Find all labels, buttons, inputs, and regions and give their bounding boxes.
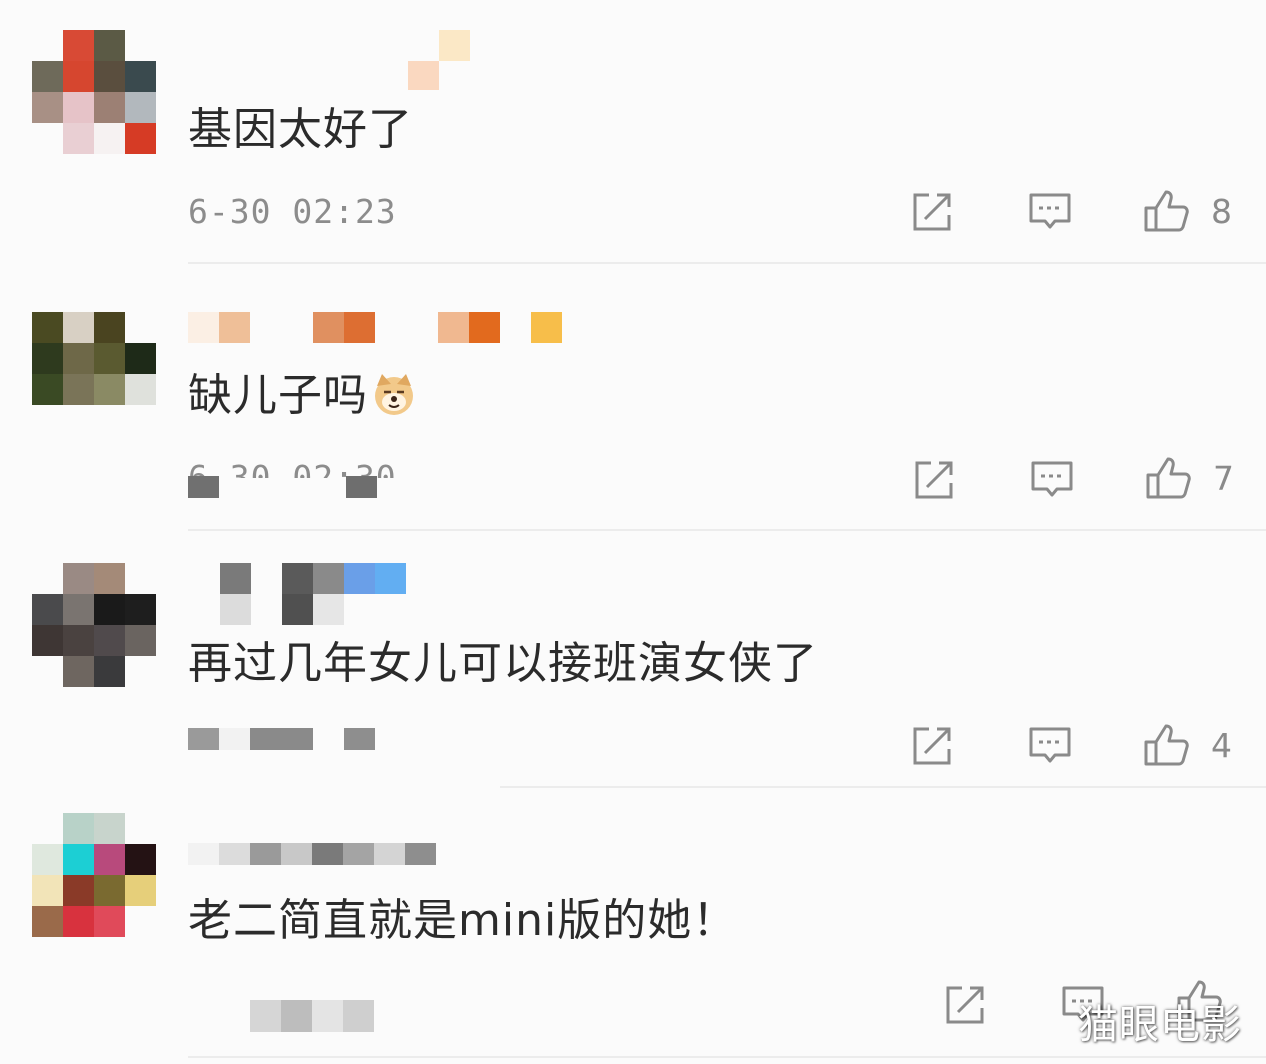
share-icon <box>946 986 984 1024</box>
timestamp-blur <box>250 1000 374 1032</box>
comment-divider <box>188 1056 1266 1058</box>
avatar[interactable] <box>32 813 156 937</box>
share-button[interactable] <box>942 982 988 1028</box>
username-blurred[interactable] <box>188 843 436 865</box>
watermark: 猫眼电影 <box>1078 1002 1242 1048</box>
comment-item: 老二简直就是mini版的她！ <box>0 0 1266 1064</box>
comment-text: 老二简直就是mini版的她！ <box>188 895 738 946</box>
